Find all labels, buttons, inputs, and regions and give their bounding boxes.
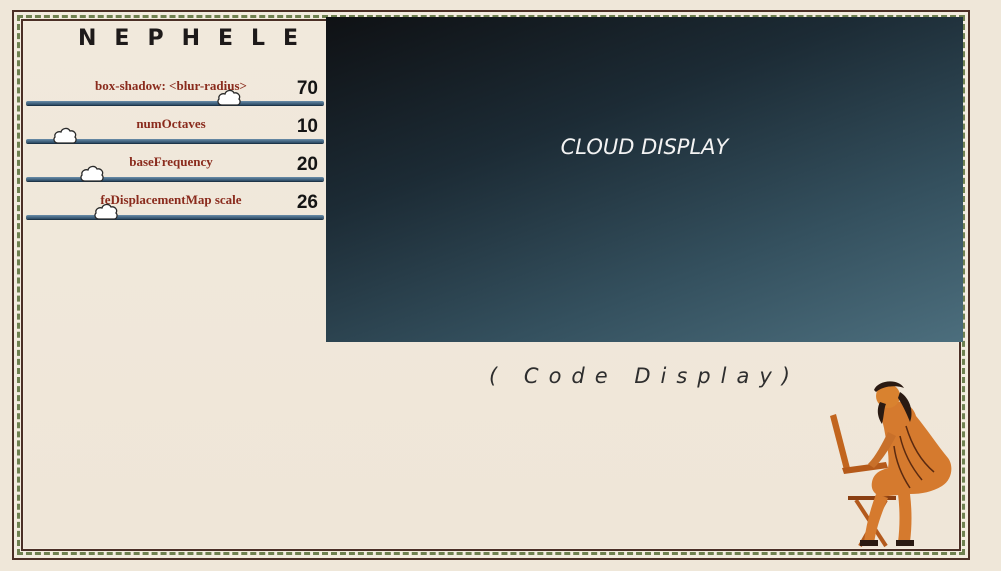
- cloud-icon[interactable]: [52, 126, 78, 146]
- slider-value: 20: [296, 154, 318, 175]
- slider-base-frequency[interactable]: baseFrequency 20: [26, 154, 324, 192]
- slider-track[interactable]: [26, 177, 324, 181]
- slider-track[interactable]: [26, 215, 324, 219]
- cloud-icon[interactable]: [216, 88, 242, 108]
- slider-value: 26: [296, 192, 318, 213]
- cloud-display-panel: CLOUD DISPLAY: [326, 17, 963, 342]
- slider-label: baseFrequency: [129, 154, 213, 169]
- cloud-icon[interactable]: [93, 202, 119, 222]
- cloud-icon[interactable]: [79, 164, 105, 184]
- controls-sidebar: NEPHELE box-shadow: <blur-radius> 70 num…: [24, 22, 326, 342]
- greek-figure-icon: [826, 376, 962, 548]
- app-logo: NEPHELE: [78, 26, 317, 51]
- slider-value: 70: [296, 78, 318, 99]
- slider-displacement-scale[interactable]: feDisplacementMap scale 26: [26, 192, 324, 230]
- slider-label: box-shadow: <blur-radius>: [95, 78, 247, 93]
- slider-track[interactable]: [26, 101, 324, 105]
- slider-label: feDisplacementMap scale: [100, 192, 242, 207]
- slider-blur-radius[interactable]: box-shadow: <blur-radius> 70: [26, 78, 324, 116]
- cloud-display-title: CLOUD DISPLAY: [560, 135, 729, 159]
- slider-num-octaves[interactable]: numOctaves 10: [26, 116, 324, 154]
- slider-value: 10: [296, 116, 318, 137]
